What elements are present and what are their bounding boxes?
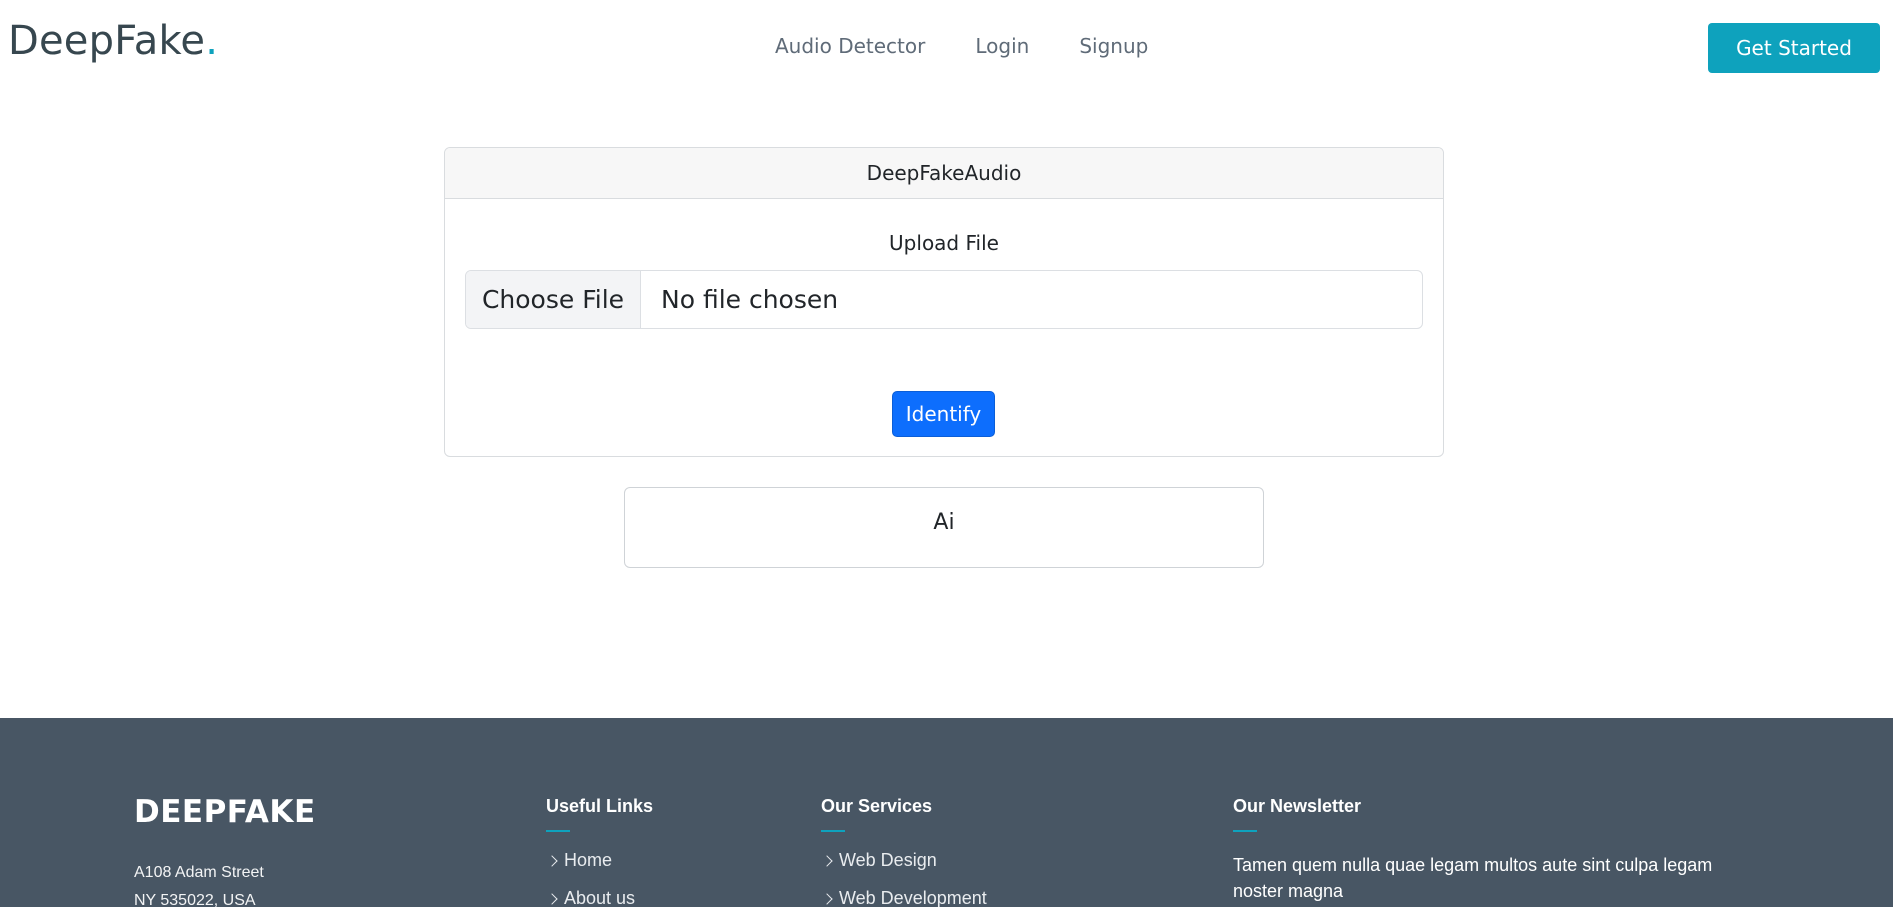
our-services-underline: [821, 830, 845, 832]
footer-service-web-development[interactable]: Web Development: [821, 888, 987, 907]
upload-file-label: Upload File: [889, 231, 999, 255]
upload-card: DeepFakeAudio Upload File Choose File No…: [444, 147, 1444, 457]
chevron-right-icon: [546, 892, 558, 905]
get-started-button[interactable]: Get Started: [1708, 23, 1880, 73]
identify-button[interactable]: Identify: [892, 391, 995, 437]
main-nav: Audio Detector Login Signup: [775, 34, 1148, 58]
file-status-text: No file chosen: [661, 285, 839, 314]
footer-service-web-design[interactable]: Web Design: [821, 850, 937, 871]
card-title: DeepFakeAudio: [445, 148, 1443, 199]
logo-text: DeepFake: [8, 18, 206, 64]
newsletter-underline: [1233, 830, 1257, 832]
nav-login[interactable]: Login: [975, 34, 1029, 58]
site-header: DeepFake. Audio Detector Login Signup Ge…: [0, 0, 1893, 96]
result-box: Ai: [624, 487, 1264, 568]
site-footer: DEEPFAKE A108 Adam Street NY 535022, USA…: [0, 718, 1893, 907]
chevron-right-icon: [546, 854, 558, 867]
footer-brand: DEEPFAKE: [134, 794, 316, 830]
footer-link-label: About us: [564, 888, 636, 907]
choose-file-button[interactable]: Choose File: [466, 271, 641, 328]
footer-link-home[interactable]: Home: [546, 850, 613, 871]
our-services-title: Our Services: [821, 796, 933, 816]
chevron-right-icon: [821, 854, 833, 867]
nav-signup[interactable]: Signup: [1079, 34, 1148, 58]
card-body: Upload File Choose File No file chosen I…: [445, 199, 1443, 456]
site-logo[interactable]: DeepFake.: [8, 18, 218, 64]
result-text: Ai: [933, 510, 955, 535]
footer-service-label: Web Development: [839, 888, 987, 907]
chevron-right-icon: [821, 892, 833, 905]
footer-address-line1: A108 Adam Street: [134, 864, 264, 881]
newsletter-text: Tamen quem nulla quae legam multos aute …: [1233, 855, 1713, 901]
nav-audio-detector[interactable]: Audio Detector: [775, 34, 925, 58]
useful-links-title: Useful Links: [546, 796, 654, 816]
file-input[interactable]: Choose File No file chosen: [465, 270, 1423, 329]
logo-dot: .: [205, 18, 219, 64]
footer-address-line2: NY 535022, USA: [134, 892, 256, 907]
footer-link-about[interactable]: About us: [546, 888, 636, 907]
useful-links-underline: [546, 830, 570, 832]
newsletter-title: Our Newsletter: [1233, 796, 1362, 816]
footer-service-label: Web Design: [839, 850, 937, 870]
footer-link-label: Home: [564, 850, 613, 870]
